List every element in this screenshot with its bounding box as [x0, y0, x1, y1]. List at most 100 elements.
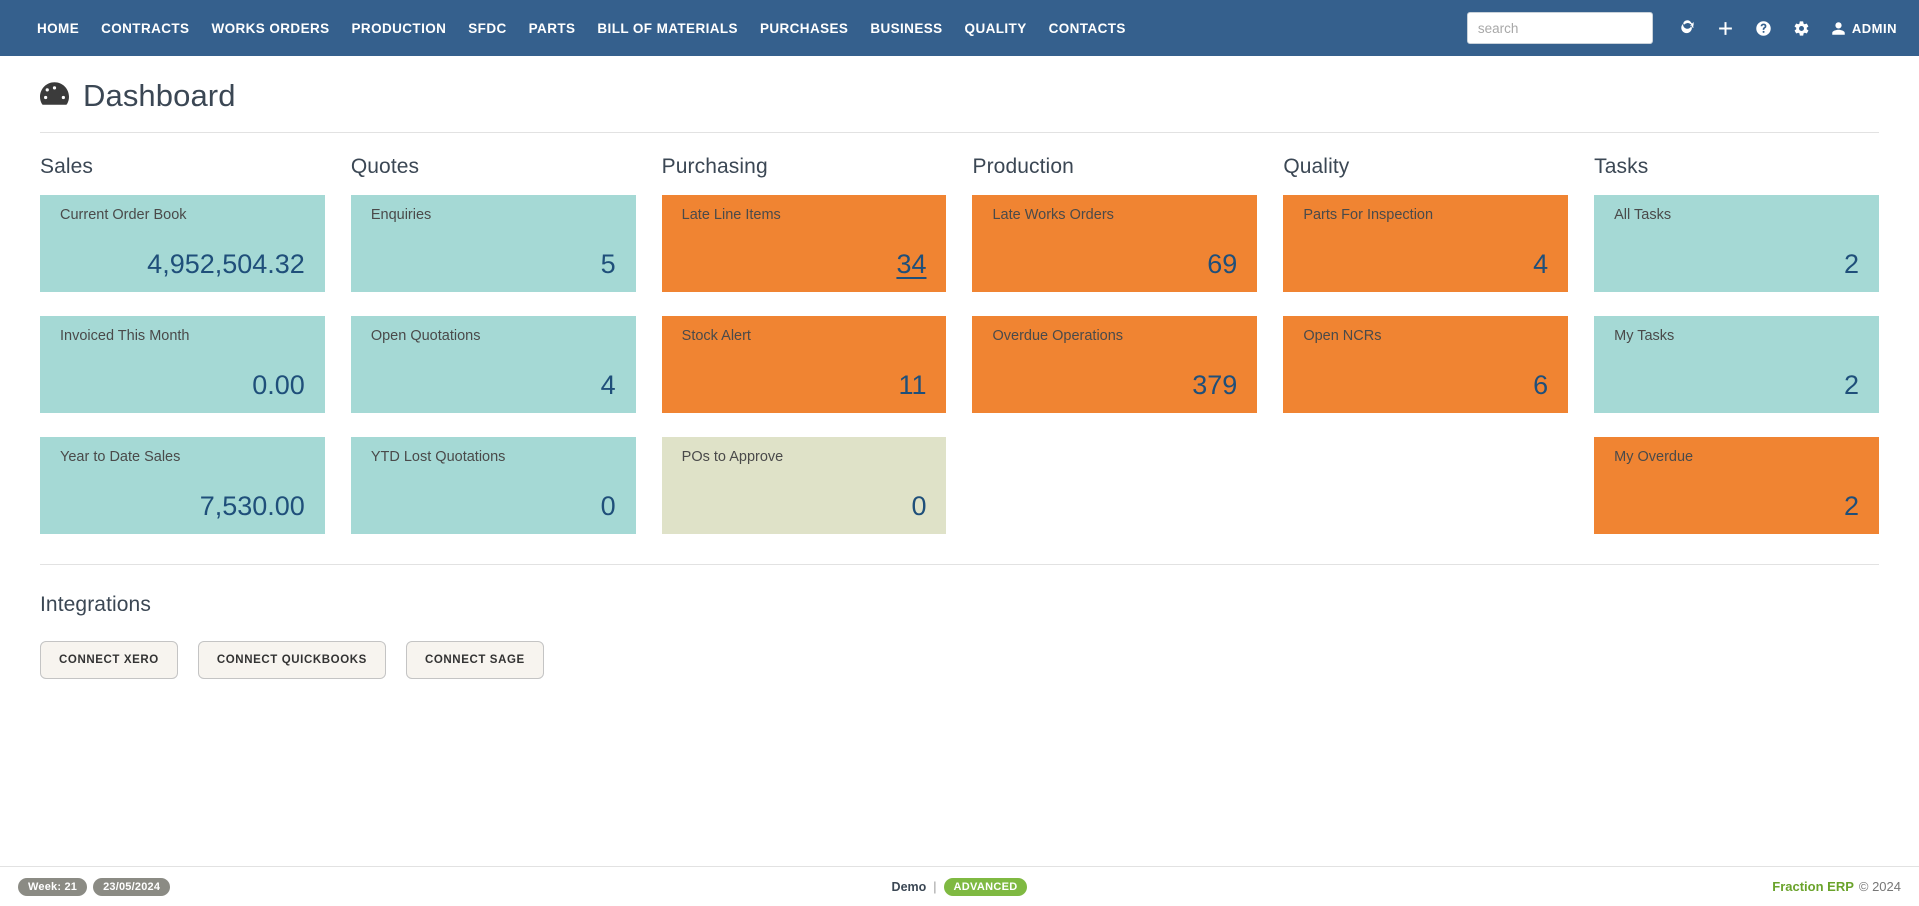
dashboard-column-tasks: TasksAll Tasks2My Tasks2My Overdue2	[1594, 155, 1879, 558]
environment-label: Demo	[892, 880, 927, 894]
nav-list-item: PARTS	[518, 15, 587, 42]
metric-card-late-works-orders[interactable]: Late Works Orders69	[972, 195, 1257, 292]
refresh-icon[interactable]	[1673, 13, 1703, 43]
plus-icon[interactable]	[1711, 13, 1741, 43]
connect-sage-button[interactable]: CONNECT SAGE	[406, 641, 544, 679]
metric-card-value: 2	[1614, 493, 1859, 524]
metric-card-my-overdue[interactable]: My Overdue2	[1594, 437, 1879, 534]
metric-card-value: 379	[992, 372, 1237, 403]
footer-left: Week: 21 23/05/2024	[18, 878, 170, 896]
column-title: Quotes	[351, 155, 636, 179]
nav-list-item: BILL OF MATERIALS	[586, 15, 749, 42]
column-title: Quality	[1283, 155, 1568, 179]
page-title: Dashboard	[83, 78, 236, 114]
metric-card-label: Overdue Operations	[992, 328, 1237, 345]
metric-card-year-to-date-sales[interactable]: Year to Date Sales7,530.00	[40, 437, 325, 534]
footer-separator: |	[933, 880, 936, 894]
nav-list-item: PRODUCTION	[341, 15, 458, 42]
nav-item-home[interactable]: HOME	[26, 15, 90, 42]
brand-name: Fraction ERP	[1772, 879, 1854, 894]
nav-item-sfdc[interactable]: SFDC	[457, 15, 517, 42]
metric-card-stock-alert[interactable]: Stock Alert 11	[662, 316, 947, 413]
metric-card-my-tasks[interactable]: My Tasks 2	[1594, 316, 1879, 413]
metric-card-label: POs to Approve	[682, 449, 927, 466]
nav-list-item: HOME	[26, 15, 90, 42]
dashboard-columns: SalesCurrent Order Book4,952,504.32Invoi…	[0, 155, 1919, 558]
metric-card-label: Late Works Orders	[992, 207, 1237, 224]
column-title: Production	[972, 155, 1257, 179]
admin-user-menu[interactable]: ADMIN	[1831, 21, 1897, 36]
header-divider	[40, 132, 1879, 133]
gear-icon[interactable]	[1787, 13, 1817, 43]
metric-card-value: 6	[1303, 372, 1548, 403]
metric-card-late-line-items[interactable]: Late Line Items 34	[662, 195, 947, 292]
metric-card-all-tasks[interactable]: All Tasks2	[1594, 195, 1879, 292]
footer-center: Demo | ADVANCED	[0, 878, 1919, 896]
nav-list-item: CONTRACTS	[90, 15, 200, 42]
metric-card-current-order-book[interactable]: Current Order Book 4,952,504.32	[40, 195, 325, 292]
metric-card-value[interactable]: 34	[682, 251, 927, 282]
dashboard-column-production: Production Late Works Orders69 Overdue Ope…	[972, 155, 1257, 558]
admin-label: ADMIN	[1852, 21, 1897, 36]
connect-xero-button[interactable]: CONNECT XERO	[40, 641, 178, 679]
metric-card-value: 2	[1614, 251, 1859, 282]
metric-card-value: 0	[371, 493, 616, 524]
metric-card-label: Enquiries	[371, 207, 616, 224]
metric-card-invoiced-this-month[interactable]: Invoiced This Month0.00	[40, 316, 325, 413]
page-header: Dashboard	[0, 56, 1919, 114]
page-footer: Week: 21 23/05/2024 Demo | ADVANCED Frac…	[0, 866, 1919, 906]
metric-card-pos-to-approve[interactable]: POs to Approve0	[662, 437, 947, 534]
metric-card-value: 4	[1303, 251, 1548, 282]
metric-card-value: 4,952,504.32	[60, 251, 305, 282]
metric-card-open-ncrs[interactable]: Open NCRs 6	[1283, 316, 1568, 413]
nav-item-contracts[interactable]: CONTRACTS	[90, 15, 200, 42]
dashboard-column-quality: Quality Parts For Inspection 4 Open NCRs 6	[1283, 155, 1568, 558]
metric-card-label: Parts For Inspection	[1303, 207, 1548, 224]
nav-list-item: WORKS ORDERS	[200, 15, 340, 42]
connect-quickbooks-button[interactable]: CONNECT QUICKBOOKS	[198, 641, 386, 679]
navbar-right-tools: ADMIN	[1467, 12, 1901, 44]
metric-card-label: Open Quotations	[371, 328, 616, 345]
nav-item-contacts[interactable]: CONTACTS	[1038, 15, 1137, 42]
nav-list-item: PURCHASES	[749, 15, 859, 42]
metric-card-ytd-lost-quotations[interactable]: YTD Lost Quotations0	[351, 437, 636, 534]
metric-card-label: Year to Date Sales	[60, 449, 305, 466]
metric-card-label: Open NCRs	[1303, 328, 1548, 345]
nav-list-item: QUALITY	[954, 15, 1038, 42]
copyright-text: © 2024	[1859, 879, 1901, 894]
metric-card-value: 2	[1614, 372, 1859, 403]
nav-item-works-orders[interactable]: WORKS ORDERS	[200, 15, 340, 42]
metric-card-enquiries[interactable]: Enquiries5	[351, 195, 636, 292]
nav-item-bill-of-materials[interactable]: BILL OF MATERIALS	[586, 15, 749, 42]
metric-card-label: Late Line Items	[682, 207, 927, 224]
search-input[interactable]	[1467, 12, 1653, 44]
metric-card-label: Invoiced This Month	[60, 328, 305, 345]
main-navigation: HOMECONTRACTSWORKS ORDERSPRODUCTIONSFDCP…	[26, 15, 1137, 42]
nav-list-item: CONTACTS	[1038, 15, 1137, 42]
integrations-divider	[40, 564, 1879, 565]
user-icon	[1831, 21, 1846, 36]
nav-item-production[interactable]: PRODUCTION	[341, 15, 458, 42]
nav-list-item: SFDC	[457, 15, 517, 42]
nav-item-quality[interactable]: QUALITY	[954, 15, 1038, 42]
metric-card-label: My Tasks	[1614, 328, 1859, 345]
nav-list-item: BUSINESS	[859, 15, 953, 42]
metric-card-overdue-operations[interactable]: Overdue Operations 379	[972, 316, 1257, 413]
metric-card-value: 11	[682, 372, 927, 403]
integrations-section: Integrations CONNECT XEROCONNECT QUICKBO…	[0, 593, 1919, 679]
metric-card-open-quotations[interactable]: Open Quotations4	[351, 316, 636, 413]
dashboard-column-sales: SalesCurrent Order Book4,952,504.32Invoi…	[40, 155, 325, 558]
date-badge: 23/05/2024	[93, 878, 170, 896]
metric-card-parts-for-inspection[interactable]: Parts For Inspection 4	[1283, 195, 1568, 292]
integration-buttons: CONNECT XERO CONNECT QUICKBOOKS CONNECT SA…	[40, 641, 1879, 679]
column-title: Tasks	[1594, 155, 1879, 179]
nav-item-parts[interactable]: PARTS	[518, 15, 587, 42]
nav-item-business[interactable]: BUSINESS	[859, 15, 953, 42]
column-title: Purchasing	[662, 155, 947, 179]
footer-right: Fraction ERP © 2024	[1772, 879, 1901, 894]
edition-badge: ADVANCED	[944, 878, 1028, 896]
nav-item-purchases[interactable]: PURCHASES	[749, 15, 859, 42]
metric-card-label: Stock Alert	[682, 328, 927, 345]
metric-card-label: Current Order Book	[60, 207, 305, 224]
help-icon[interactable]	[1749, 13, 1779, 43]
